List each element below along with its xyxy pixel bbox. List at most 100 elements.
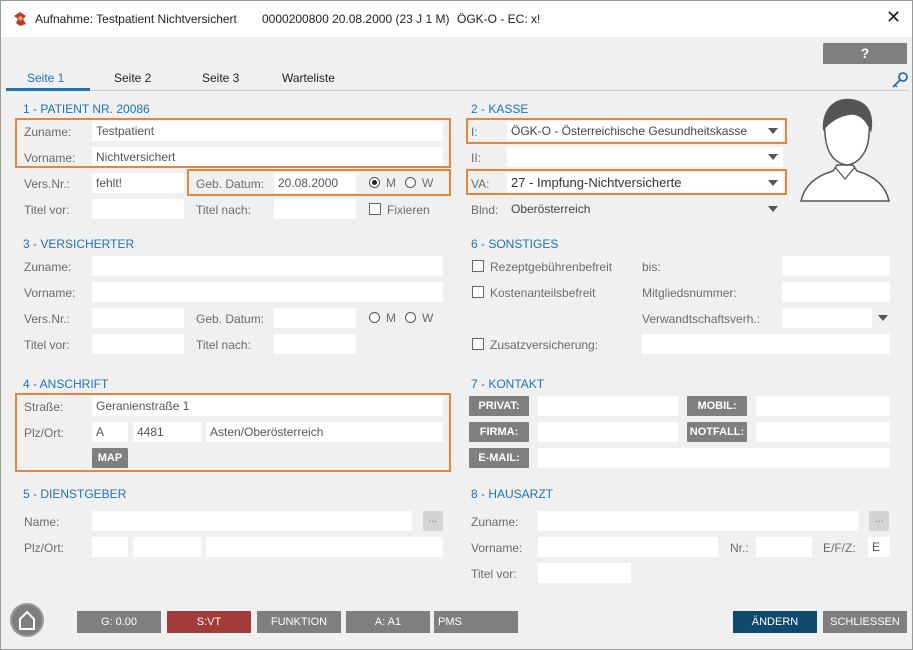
employer-ort-field[interactable] [206, 537, 443, 557]
doctor-zuname-field[interactable] [538, 511, 859, 531]
bottom-toolbar: G: 0.00 S:VT FUNKTION A: A1 PMS ÄNDERN S… [1, 601, 912, 649]
ins-gender-m-radio[interactable] [369, 312, 380, 323]
employer-plzort-label: Plz/Ort: [24, 541, 65, 555]
aendern-button[interactable]: ÄNDERN [733, 611, 817, 633]
bland-dropdown[interactable]: Oberösterreich [507, 199, 783, 219]
ins-gender-w-radio[interactable] [405, 312, 416, 323]
verwandt-dropdown[interactable] [782, 308, 872, 328]
window-title: Aufnahme: Testpatient Nichtversichert [35, 12, 237, 26]
employer-name-label: Name: [24, 515, 60, 529]
kosten-label: Kostenanteilsbefreit [490, 286, 596, 300]
kosten-checkbox[interactable] [472, 286, 484, 298]
ins-zuname-label: Zuname: [24, 260, 72, 274]
help-button[interactable]: ? [823, 43, 907, 64]
ins-zuname-field[interactable] [92, 256, 443, 276]
doctor-lookup-button[interactable]: ... [869, 511, 889, 531]
versnr-label: Vers.Nr.: [24, 177, 71, 191]
firma-button[interactable]: FIRMA: [469, 422, 529, 442]
kasse-ii-dropdown[interactable] [507, 147, 783, 167]
home-icon [19, 610, 35, 630]
ins-gender-w-label: W [422, 311, 434, 325]
tab-seite-2[interactable]: Seite 2 [114, 71, 151, 85]
firma-field[interactable] [538, 422, 678, 442]
mitglied-field[interactable] [782, 282, 890, 302]
privat-button[interactable]: PRIVAT: [469, 396, 529, 416]
ins-gebdatum-label: Geb. Datum: [196, 312, 265, 326]
employer-name-field[interactable] [92, 511, 412, 531]
ins-titelnach-label: Titel nach: [196, 338, 251, 352]
highlight-kasse-box [466, 118, 787, 144]
section-sonstiges-title: 6 - SONSTIGES [471, 237, 559, 251]
zusatz-field[interactable] [642, 334, 890, 354]
fixieren-label: Fixieren [387, 203, 430, 217]
mobil-button[interactable]: MOBIL: [687, 396, 747, 416]
tab-seite-3[interactable]: Seite 3 [202, 71, 239, 85]
section-kontakt-title: 7 - KONTAKT [471, 377, 545, 391]
employer-lookup-button[interactable]: ... [423, 511, 443, 531]
home-button[interactable] [10, 603, 44, 637]
highlight-birthdate-box [187, 169, 451, 196]
titelvor-field[interactable] [92, 199, 184, 219]
highlight-name-box [15, 118, 451, 168]
kasse-ii-label: II: [471, 151, 482, 165]
doctor-vorname-label: Vorname: [471, 541, 523, 555]
ins-titelnach-field[interactable] [274, 334, 356, 354]
close-icon[interactable]: ✕ [886, 7, 901, 28]
efz-field[interactable]: E [868, 537, 890, 557]
privat-field[interactable] [538, 396, 678, 416]
ins-titelvor-field[interactable] [92, 334, 184, 354]
titelnach-label: Titel nach: [196, 203, 251, 217]
g-balance-button[interactable]: G: 0.00 [77, 611, 161, 633]
funktion-button[interactable]: FUNKTION [257, 611, 341, 633]
ins-versnr-label: Vers.Nr.: [24, 312, 71, 326]
pms-button[interactable]: PMS [434, 611, 518, 633]
doctor-titelvor-label: Titel vor: [471, 567, 517, 581]
section-anschrift-title: 4 - ANSCHRIFT [23, 377, 109, 391]
rezept-checkbox[interactable] [472, 260, 484, 272]
notfall-button[interactable]: NOTFALL: [687, 422, 747, 442]
doctor-zuname-label: Zuname: [471, 515, 519, 529]
zusatz-checkbox[interactable] [472, 338, 484, 350]
email-field[interactable] [538, 448, 890, 468]
patient-avatar [795, 97, 895, 205]
titelnach-field[interactable] [274, 199, 356, 219]
fixieren-checkbox[interactable] [369, 203, 381, 215]
section-dienstgeber-title: 5 - DIENSTGEBER [23, 487, 127, 501]
verwandt-label: Verwandtschaftsverh.: [642, 312, 761, 326]
ins-gender-m-label: M [386, 311, 396, 325]
doctor-vorname-field[interactable] [538, 537, 718, 557]
notfall-field[interactable] [756, 422, 890, 442]
ins-versnr-field[interactable] [92, 308, 184, 328]
employer-plz-field[interactable] [133, 537, 201, 557]
bis-field[interactable] [782, 256, 890, 276]
ins-titelvor-label: Titel vor: [24, 338, 70, 352]
doctor-nr-field[interactable] [756, 537, 812, 557]
a-status-button[interactable]: A: A1 [346, 611, 430, 633]
email-button[interactable]: E-MAIL: [469, 448, 529, 468]
rezept-label: Rezeptgebührenbefreit [490, 260, 613, 274]
doctor-titelvor-field[interactable] [538, 563, 631, 583]
chevron-down-icon[interactable] [878, 315, 888, 321]
tab-seite-1[interactable]: Seite 1 [27, 71, 64, 85]
key-icon[interactable] [891, 71, 909, 89]
title-bar: Aufnahme: Testpatient Nichtversichert 00… [1, 1, 912, 37]
mobil-field[interactable] [756, 396, 890, 416]
ins-gebdatum-field[interactable] [274, 308, 356, 328]
titelvor-label: Titel vor: [24, 203, 70, 217]
employer-country-field[interactable] [92, 537, 128, 557]
tab-warteliste[interactable]: Warteliste [282, 71, 335, 85]
tab-bar: Seite 1 Seite 2 Seite 3 Warteliste [6, 69, 909, 91]
schliessen-button[interactable]: SCHLIESSEN [823, 611, 907, 633]
versnr-field[interactable]: fehlt! [92, 173, 184, 193]
chevron-down-icon[interactable] [768, 206, 778, 212]
s-status-button[interactable]: S:VT [167, 611, 251, 633]
highlight-va-box [466, 169, 787, 195]
ins-vorname-field[interactable] [92, 282, 443, 302]
bland-label: Blnd: [471, 203, 499, 217]
highlight-address-box [15, 393, 451, 472]
chevron-down-icon[interactable] [768, 154, 778, 160]
patient-info: 0000200800 20.08.2000 (23 J 1 M) [262, 12, 450, 26]
section-hausarzt-title: 8 - HAUSARZT [471, 487, 554, 501]
doctor-nr-label: Nr.: [730, 541, 749, 555]
active-tab-indicator [6, 88, 90, 91]
